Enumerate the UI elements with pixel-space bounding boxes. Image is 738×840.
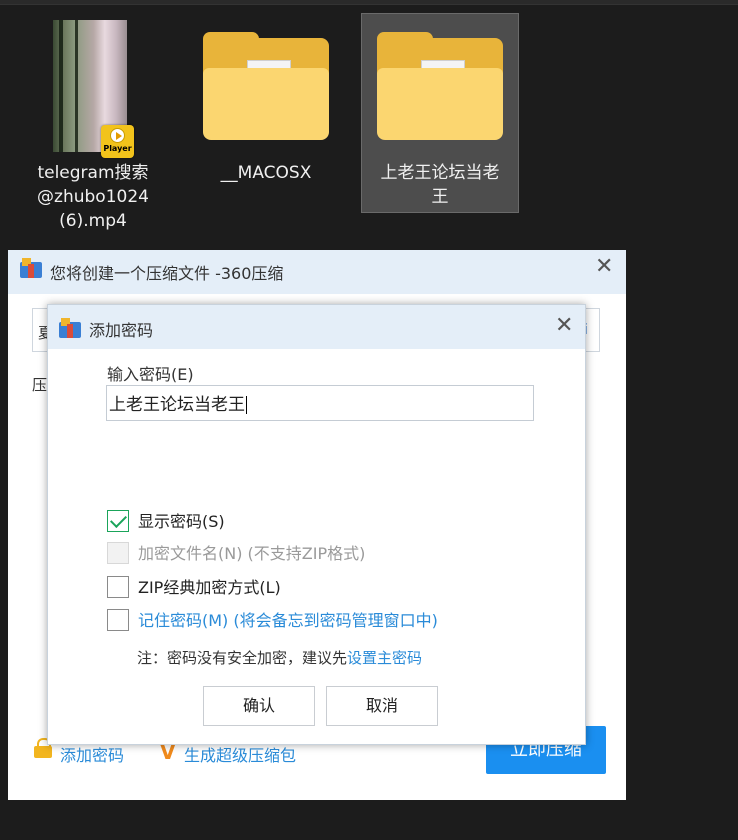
ok-button[interactable]: 确认 (203, 686, 315, 726)
remember-password-checkbox[interactable] (107, 609, 129, 631)
password-value: 上老王论坛当老王 (109, 395, 245, 415)
file-name-line: (6).mp4 (59, 211, 127, 231)
dialog-title-bar[interactable]: 添加密码 ✕ (48, 305, 585, 349)
add-password-dialog: 添加密码 ✕ 输入密码(E) 上老王论坛当老王 显示密码(S) 加密文件名(N)… (47, 304, 586, 745)
security-note: 注：密码没有安全加密，建议先设置主密码 (137, 647, 422, 668)
password-input[interactable]: 上老王论坛当老王 (106, 385, 534, 421)
cancel-button[interactable]: 取消 (326, 686, 438, 726)
player-icon: Player (101, 125, 134, 158)
folder-name-line: 王 (431, 187, 449, 207)
remember-password-label[interactable]: 记住密码(M) (将会备忘到密码管理窗口中) (138, 609, 438, 633)
password-label: 输入密码(E) (107, 365, 194, 384)
file-name-line: @zhubo1024 (37, 187, 149, 207)
folder-icon[interactable] (203, 32, 329, 140)
super-pack-link[interactable]: 生成超级压缩包 (184, 742, 296, 766)
close-icon[interactable]: ✕ (595, 256, 613, 278)
360zip-app-icon (59, 318, 81, 338)
play-icon (110, 128, 125, 143)
file-name-line: telegram搜索 (37, 163, 149, 183)
show-password-checkbox[interactable] (107, 510, 129, 532)
set-master-password-link[interactable]: 设置主密码 (347, 649, 422, 667)
note-text: 注：密码没有安全加密，建议先 (137, 649, 348, 667)
dialog-title: 添加密码 (89, 321, 154, 340)
show-password-label: 显示密码(S) (138, 512, 225, 531)
thumb-stripe (59, 20, 63, 152)
360zip-app-icon (20, 258, 42, 278)
close-icon[interactable]: ✕ (555, 315, 573, 337)
encrypt-filename-label: 加密文件名(N) (不支持ZIP格式) (138, 544, 366, 563)
file-name[interactable]: telegram搜索 @zhubo1024 (6).mp4 (14, 161, 172, 233)
top-border (0, 0, 738, 5)
encrypt-filename-checkbox (107, 542, 129, 564)
zip-classic-checkbox[interactable] (107, 576, 129, 598)
add-password-link[interactable]: 添加密码 (60, 742, 124, 766)
folder-name[interactable]: __MACOSX (190, 161, 342, 185)
folder-icon[interactable] (377, 32, 503, 140)
folder-name-line: 上老王论坛当老 (380, 163, 500, 183)
thumb-stripe (75, 20, 78, 152)
player-badge-label: Player (103, 144, 132, 153)
folder-name[interactable]: 上老王论坛当老 王 (362, 161, 518, 209)
zip-classic-label: ZIP经典加密方式(L) (138, 578, 281, 597)
compress-option-label: 压 (32, 376, 48, 394)
dialog-title-bar[interactable]: 您将创建一个压缩文件 -360压缩 ✕ (8, 250, 626, 294)
dialog-title: 您将创建一个压缩文件 -360压缩 (50, 264, 284, 283)
